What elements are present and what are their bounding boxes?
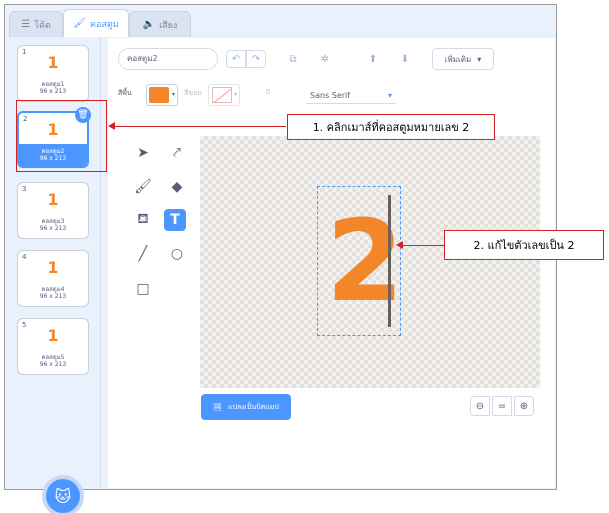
- costume-item-3[interactable]: 3 1 คอสตูม3 96 x 213: [17, 182, 89, 239]
- forward-button[interactable]: ⬆: [364, 50, 382, 68]
- drawing-canvas[interactable]: 2: [200, 136, 540, 388]
- backward-button[interactable]: ⬇: [396, 50, 414, 68]
- brush-tool[interactable]: 🖌: [132, 176, 154, 198]
- more-button[interactable]: เพิ่มเติม ▾: [432, 48, 494, 70]
- costume-thumbnail: 1: [47, 258, 59, 277]
- zoom-out-button[interactable]: ⊖: [470, 396, 490, 416]
- undo-button[interactable]: ↶: [226, 50, 246, 68]
- costume-thumbnail: 1: [47, 53, 59, 72]
- zoom-in-button[interactable]: ⊕: [514, 396, 534, 416]
- zoom-out-icon: ⊖: [475, 400, 485, 412]
- arrow-down-icon: ⬇: [400, 53, 410, 65]
- more-label: เพิ่มเติม: [444, 54, 472, 64]
- arrow-up-icon: ⬆: [368, 53, 378, 65]
- line-tool[interactable]: ╱: [132, 243, 154, 265]
- text-t-icon: T: [170, 212, 180, 228]
- ungroup-icon: ✲: [320, 53, 330, 65]
- fill-tool[interactable]: ⛾: [132, 209, 154, 231]
- costume-name-input[interactable]: คอสตูม2: [118, 48, 218, 70]
- brush-icon: 🖌: [73, 18, 86, 29]
- paint-bucket-icon: ⛾: [137, 211, 149, 227]
- image-icon: 🖼: [213, 403, 223, 411]
- costume-size: 96 x 213: [39, 88, 67, 95]
- tab-sounds[interactable]: 🔈 เสียง: [129, 11, 191, 37]
- reshape-tool[interactable]: ⤤: [166, 142, 188, 164]
- tab-sounds-label: เสียง: [159, 20, 178, 31]
- costume-thumbnail: 1: [47, 190, 59, 209]
- canvas-text[interactable]: 2: [326, 187, 404, 337]
- arrow-pointer-icon: ➤: [137, 145, 149, 161]
- fill-color-picker[interactable]: ▾: [146, 84, 178, 106]
- tab-costumes-label: คอสตูม: [90, 19, 119, 30]
- circle-tool[interactable]: ○: [166, 243, 188, 265]
- code-icon: ☰: [21, 19, 31, 30]
- tab-code[interactable]: ☰ โค้ด: [9, 11, 63, 37]
- zoom-reset-button[interactable]: =: [492, 396, 512, 416]
- chevron-down-icon: ▾: [233, 91, 237, 98]
- ungroup-button[interactable]: ✲: [316, 50, 334, 68]
- costume-thumbnail: 1: [47, 326, 59, 345]
- tab-costumes[interactable]: 🖌 คอสตูม: [63, 9, 129, 37]
- text-selection-box[interactable]: 2: [317, 186, 404, 337]
- reshape-icon: ⤤: [173, 145, 181, 161]
- fill-label: สีพื้น: [118, 89, 132, 97]
- undo-icon: ↶: [231, 53, 241, 65]
- group-icon: ⧉: [289, 53, 297, 65]
- text-cursor: [388, 195, 391, 327]
- tab-bar: ☰ โค้ด 🖌 คอสตูม 🔈 เสียง: [5, 5, 556, 37]
- font-name: Sans Serif: [310, 91, 351, 100]
- zoom-in-icon: ⊕: [519, 400, 529, 412]
- group-button[interactable]: ⧉: [284, 50, 302, 68]
- rectangle-tool[interactable]: □: [132, 278, 154, 300]
- line-icon: ╱: [138, 246, 148, 262]
- redo-icon: ↷: [251, 53, 261, 65]
- step2-callout: 2. แก้ไขตัวเลขเป็น 2: [444, 230, 604, 260]
- chevron-down-icon: ▾: [477, 54, 482, 64]
- paint-editor: คอสตูม2 ↶ ↷ ⧉ ✲ ⬆ ⬇ เพิ่มเติม ▾ สีพื้น ▾…: [108, 38, 555, 488]
- speaker-icon: 🔈: [142, 19, 156, 30]
- chevron-down-icon: ▾: [171, 91, 175, 98]
- outline-width-value[interactable]: 0: [266, 88, 270, 96]
- font-dropdown[interactable]: Sans Serif ▾: [306, 88, 396, 104]
- brush-icon: 🖌: [134, 179, 152, 195]
- select-tool[interactable]: ➤: [132, 142, 154, 164]
- chevron-down-icon: ▾: [387, 91, 392, 100]
- costume-2-highlight: [16, 100, 107, 172]
- text-tool[interactable]: T: [164, 209, 186, 231]
- square-icon: □: [136, 281, 150, 297]
- no-color-icon: [212, 87, 232, 103]
- step1-arrow-line: [114, 126, 286, 127]
- convert-to-bitmap-button[interactable]: 🖼 แปลงเป็นบิตแมป: [201, 394, 291, 420]
- costume-item-4[interactable]: 4 1 คอสตูม4 96 x 213: [17, 250, 89, 307]
- cat-plus-icon: 🐱: [54, 486, 72, 506]
- costume-size: 96 x 213: [39, 225, 67, 232]
- costume-item-5[interactable]: 5 1 คอสตูม5 96 x 213: [17, 318, 89, 375]
- tab-code-label: โค้ด: [34, 20, 51, 31]
- step2-arrow-line: [402, 245, 444, 246]
- add-costume-button[interactable]: 🐱: [46, 479, 80, 513]
- step1-callout: 1. คลิกเมาส์ที่คอสตูมหมายเลข 2: [287, 114, 495, 140]
- fill-color-swatch: [149, 87, 169, 103]
- costume-size: 96 x 213: [39, 361, 67, 368]
- circle-icon: ○: [170, 246, 184, 262]
- eraser-icon: ◆: [171, 179, 183, 195]
- convert-to-bitmap-label: แปลงเป็นบิตแมป: [228, 402, 279, 411]
- eraser-tool[interactable]: ◆: [166, 176, 188, 198]
- costume-size: 96 x 213: [39, 293, 67, 300]
- zoom-reset-label: =: [497, 400, 507, 412]
- costume-item-1[interactable]: 1 1 คอสตูม1 96 x 213: [17, 45, 89, 102]
- redo-button[interactable]: ↷: [246, 50, 266, 68]
- outline-color-picker[interactable]: ▾: [208, 84, 240, 106]
- outline-label: สีขอบ: [184, 89, 202, 97]
